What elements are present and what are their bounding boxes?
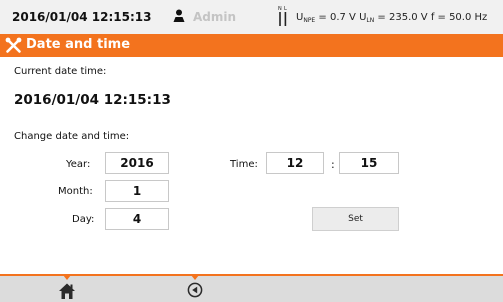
u-npe-sub: NPE bbox=[303, 17, 316, 24]
current-datetime-value: 2016/01/04 12:15:13 bbox=[14, 92, 171, 108]
time-separator: : bbox=[331, 158, 335, 171]
year-field[interactable]: 2016 bbox=[105, 152, 169, 174]
month-label: Month: bbox=[58, 186, 93, 197]
status-bar: 2016/01/04 12:15:13 Admin N L UNPE = 0.7… bbox=[0, 0, 503, 34]
minute-field[interactable]: 15 bbox=[339, 152, 399, 174]
frequency-value: f = 50.0 Hz bbox=[430, 12, 488, 23]
time-label: Time: bbox=[230, 159, 258, 170]
tools-icon bbox=[5, 37, 22, 53]
current-datetime-label: Current date time: bbox=[14, 66, 107, 77]
page-title: Date and time bbox=[26, 37, 131, 52]
day-field[interactable]: 4 bbox=[105, 208, 169, 230]
nl-terminal-icon: N L bbox=[278, 6, 287, 26]
u-ln-value: = 235.0 V bbox=[374, 12, 431, 23]
hour-field[interactable]: 12 bbox=[266, 152, 324, 174]
day-label: Day: bbox=[72, 214, 95, 225]
home-icon[interactable] bbox=[58, 282, 76, 300]
status-measurements: UNPE = 0.7 V ULN = 235.0 V f = 50.0 Hz bbox=[296, 12, 487, 24]
year-label: Year: bbox=[66, 159, 91, 170]
user-icon bbox=[173, 9, 185, 22]
back-icon[interactable] bbox=[187, 282, 203, 298]
set-button[interactable]: Set bbox=[312, 207, 399, 231]
change-datetime-label: Change date and time: bbox=[14, 131, 130, 142]
title-bar: Date and time bbox=[0, 34, 503, 57]
status-datetime: 2016/01/04 12:15:13 bbox=[12, 10, 152, 24]
svg-text:L: L bbox=[284, 6, 287, 12]
back-tab-marker bbox=[191, 275, 199, 280]
month-field[interactable]: 1 bbox=[105, 180, 169, 202]
status-user: Admin bbox=[193, 10, 237, 24]
home-tab-marker bbox=[63, 275, 71, 280]
u-npe-value: = 0.7 V bbox=[315, 12, 360, 23]
svg-text:N: N bbox=[278, 6, 282, 12]
